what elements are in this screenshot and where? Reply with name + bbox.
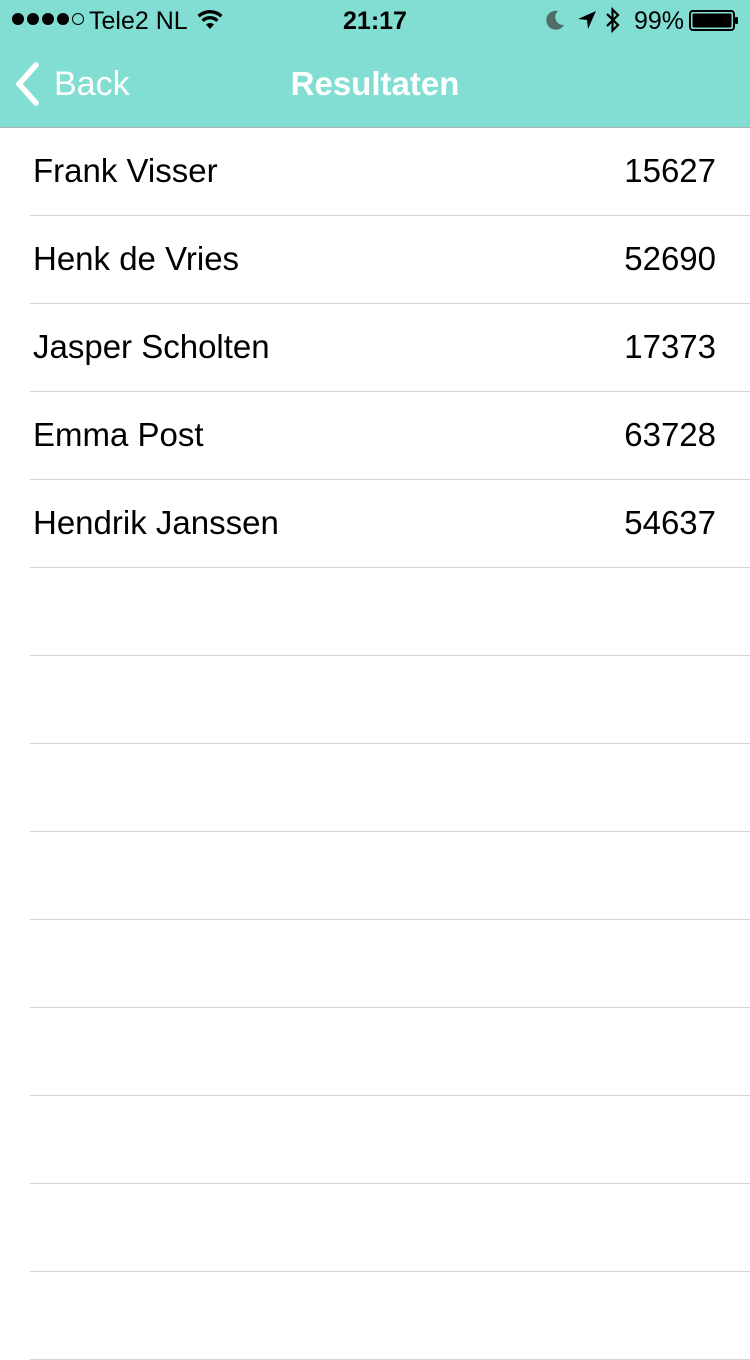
result-name: Emma Post [33, 416, 204, 453]
empty-table-row [0, 1184, 750, 1272]
result-name: Frank Visser [33, 152, 218, 189]
page-title: Resultaten [290, 65, 460, 102]
moon-icon [546, 10, 564, 30]
result-row[interactable]: Jasper Scholten 17373 [0, 304, 750, 392]
result-score: 54637 [624, 504, 716, 541]
results-table: Frank Visser 15627 Henk de Vries 52690 J… [0, 128, 750, 1360]
result-row[interactable]: Henk de Vries 52690 [0, 216, 750, 304]
result-row[interactable]: Hendrik Janssen 54637 [0, 480, 750, 568]
empty-table-row [0, 568, 750, 656]
empty-table-row [0, 656, 750, 744]
result-name: Jasper Scholten [33, 328, 270, 365]
result-score: 63728 [624, 416, 716, 453]
top-bar: Tele2 NL 21:17 99% Back Resultaten [0, 0, 750, 128]
battery-icon [689, 10, 738, 31]
result-score: 52690 [624, 240, 716, 277]
empty-table-row [0, 1008, 750, 1096]
empty-table-row [0, 744, 750, 832]
empty-table-row [0, 1272, 750, 1360]
result-name: Henk de Vries [33, 240, 240, 277]
result-score: 17373 [624, 328, 716, 365]
empty-table-row [0, 832, 750, 920]
status-bar: Tele2 NL 21:17 99% [0, 0, 750, 40]
battery-percent: 99% [634, 7, 685, 35]
bluetooth-icon [606, 6, 620, 34]
empty-table-row [0, 920, 750, 1008]
navigation-bar: Back Resultaten [0, 40, 750, 128]
location-icon [578, 11, 596, 29]
result-row[interactable]: Emma Post 63728 [0, 392, 750, 480]
result-score: 15627 [624, 152, 716, 189]
empty-table-row [0, 1096, 750, 1184]
result-row[interactable]: Frank Visser 15627 [0, 128, 750, 216]
result-name: Hendrik Janssen [33, 504, 279, 541]
